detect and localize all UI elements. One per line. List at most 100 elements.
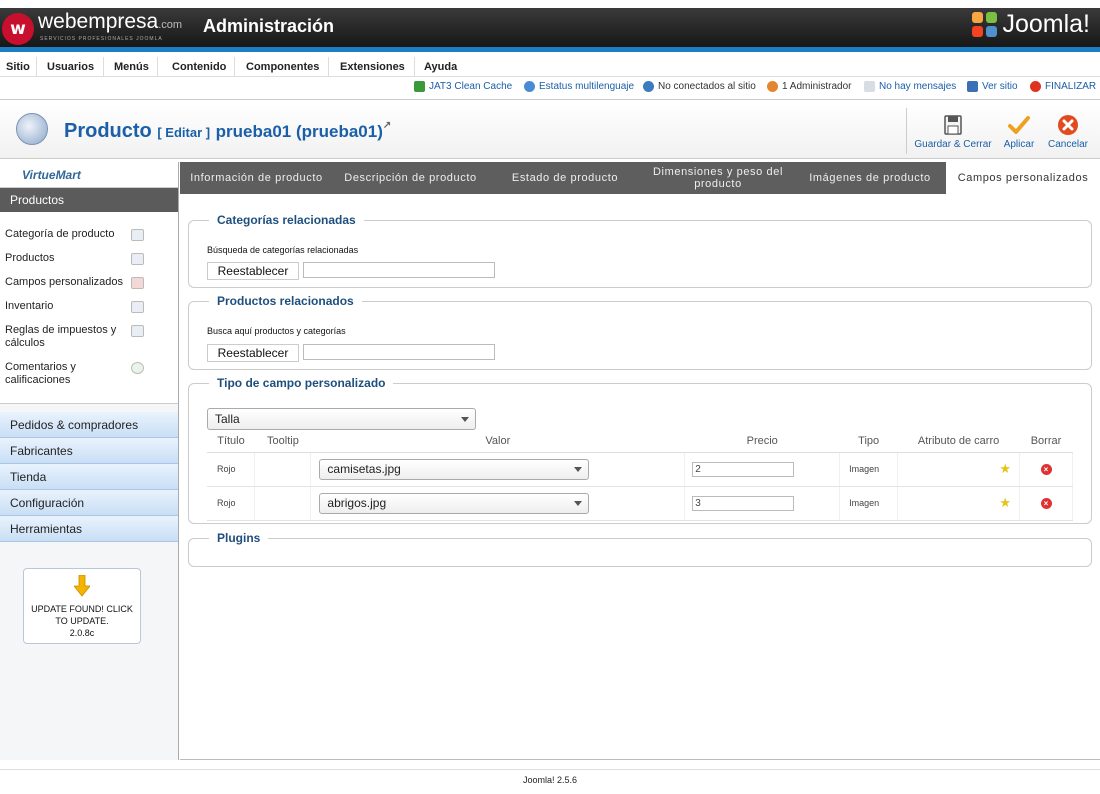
brand-stripe — [0, 47, 1100, 52]
sidebar: VirtueMart Productos Categoría de produc… — [0, 162, 179, 760]
admin-icon — [767, 81, 778, 92]
custom-fields-table: Título Tooltip Valor Precio Tipo Atribut… — [207, 430, 1073, 521]
sidebar-section-configuracion[interactable]: Configuración — [0, 490, 178, 516]
camera-icon — [131, 253, 144, 265]
related-categories-search-input[interactable] — [303, 262, 495, 278]
cancel-button[interactable]: Cancelar — [1046, 114, 1090, 150]
tab-imagenes[interactable]: Imágenes de producto — [794, 162, 946, 194]
menu-componentes[interactable]: Componentes — [237, 57, 330, 77]
chevron-down-icon — [574, 467, 583, 472]
custom-field-type-legend: Tipo de campo personalizado — [217, 376, 386, 390]
footer-version: Joomla! 2.5.6 — [522, 775, 578, 785]
sidebar-product-list: Categoría de producto Productos Campos p… — [0, 212, 178, 404]
menu-sitio[interactable]: Sitio — [0, 57, 37, 77]
main-menu: Sitio Usuarios Menús Contenido Component… — [0, 57, 1100, 77]
row-price-cell: 2 — [684, 452, 841, 487]
col-atributo-carro: Atributo de carro — [897, 430, 1020, 453]
tab-descripcion[interactable]: Descripción de producto — [333, 162, 488, 194]
delete-icon[interactable]: × — [1040, 463, 1052, 475]
reset-categories-button[interactable]: Reestablecer — [207, 262, 299, 280]
tab-campos-personalizados[interactable]: Campos personalizados — [946, 162, 1100, 194]
col-tipo: Tipo — [839, 430, 898, 453]
reset-products-button[interactable]: Reestablecer — [207, 344, 299, 362]
check-icon — [1008, 116, 1030, 134]
joomla-logo: Joomla! — [972, 10, 1090, 39]
view-site-link[interactable]: Ver sitio — [967, 81, 1018, 92]
star-icon[interactable]: ★ — [898, 461, 1019, 477]
row-value-cell: camisetas.jpg — [310, 452, 686, 487]
sidebar-header-productos[interactable]: Productos — [0, 188, 178, 212]
row-value-cell: abrigos.jpg — [310, 486, 686, 521]
status-bar: JAT3 Clean Cache Estatus multilenguaje N… — [0, 78, 1100, 100]
sidebar-section-pedidos[interactable]: Pedidos & compradores — [0, 412, 178, 438]
chevron-down-icon — [574, 501, 583, 506]
multilang-status-link[interactable]: Estatus multilenguaje — [524, 81, 634, 92]
menu-usuarios[interactable]: Usuarios — [38, 57, 105, 77]
related-products-search-input[interactable] — [303, 344, 495, 360]
related-products-legend: Productos relacionados — [217, 294, 354, 308]
globe-icon — [524, 81, 535, 92]
custom-field-type-panel: Tipo de campo personalizado Talla Título… — [188, 376, 1092, 524]
row-title: Rojo — [207, 452, 256, 487]
mail-icon — [864, 81, 875, 92]
table-row: Rojo camisetas.jpg 2 Imagen ★ × — [207, 452, 1073, 487]
sidebar-section-tienda[interactable]: Tienda — [0, 464, 178, 490]
webempresa-logo-icon: w — [2, 13, 34, 45]
row-title: Rojo — [207, 486, 256, 521]
table-row: Rojo abrigos.jpg 3 Imagen ★ × — [207, 486, 1073, 521]
delete-icon[interactable]: × — [1040, 497, 1052, 509]
row-type: Imagen — [839, 452, 899, 487]
row-delete: × — [1019, 486, 1073, 521]
update-notice-button[interactable]: UPDATE FOUND! CLICK TO UPDATE. 2.0.8c — [23, 568, 141, 644]
menu-extensiones[interactable]: Extensiones — [331, 57, 415, 77]
tab-estado[interactable]: Estado de producto — [488, 162, 642, 194]
col-valor: Valor — [310, 430, 685, 453]
price-input[interactable]: 3 — [692, 495, 795, 511]
tab-informacion[interactable]: Información de producto — [180, 162, 333, 194]
virtuemart-logo[interactable]: VirtueMart — [0, 162, 178, 188]
jat3-cache-link[interactable]: JAT3 Clean Cache — [414, 81, 512, 92]
menu-contenido[interactable]: Contenido — [164, 57, 236, 77]
brand-name[interactable]: webempresa.com — [38, 10, 182, 34]
value-select[interactable]: abrigos.jpg — [319, 492, 590, 514]
not-connected-status: No conectados al sitio — [643, 81, 756, 92]
menu-ayuda[interactable]: Ayuda — [416, 57, 465, 77]
joomla-mark-icon — [972, 11, 998, 38]
sidebar-item-productos[interactable]: Productos — [0, 241, 178, 265]
star-icon[interactable]: ★ — [898, 495, 1019, 511]
sidebar-item-reglas[interactable]: Reglas de impuestos y cálculos — [0, 313, 178, 350]
price-input[interactable]: 2 — [692, 461, 795, 477]
footer-divider — [0, 769, 1100, 770]
save-close-button[interactable]: Guardar & Cerrar — [914, 114, 992, 150]
sidebar-item-categoria[interactable]: Categoría de producto — [0, 212, 178, 241]
messages-link[interactable]: No hay mensajes — [864, 81, 956, 92]
col-titulo: Título — [207, 430, 255, 453]
chevron-down-icon — [461, 417, 469, 422]
sidebar-item-comentarios[interactable]: Comentarios y calificaciones — [0, 350, 178, 387]
col-borrar: Borrar — [1019, 430, 1073, 453]
custom-field-type-select[interactable]: Talla — [207, 408, 476, 430]
apply-button[interactable]: Aplicar — [1001, 114, 1037, 150]
col-tooltip: Tooltip — [254, 430, 311, 453]
download-arrow-icon — [74, 575, 90, 597]
product-page-icon — [16, 113, 48, 145]
sidebar-item-inventario[interactable]: Inventario — [0, 289, 178, 313]
sidebar-item-campos[interactable]: Campos personalizados — [0, 265, 178, 289]
product-name-link[interactable]: prueba01 (prueba01) — [216, 122, 383, 141]
cancel-icon — [1058, 115, 1078, 135]
toolbar: Producto [ Editar ] prueba01 (prueba01)↗… — [0, 103, 1100, 159]
row-cart-attribute: ★ — [897, 486, 1020, 521]
external-link-icon[interactable]: ↗ — [383, 120, 391, 131]
value-select[interactable]: camisetas.jpg — [319, 458, 590, 480]
sidebar-section-herramientas[interactable]: Herramientas — [0, 516, 178, 542]
col-precio: Precio — [684, 430, 840, 453]
users-icon — [643, 81, 654, 92]
sidebar-section-fabricantes[interactable]: Fabricantes — [0, 438, 178, 464]
logout-link[interactable]: FINALIZAR — [1030, 81, 1096, 92]
admin-title: Administración — [203, 16, 335, 36]
related-products-panel: Productos relacionados Busca aquí produc… — [188, 294, 1092, 370]
tab-dimensiones[interactable]: Dimensiones y peso del producto — [642, 162, 794, 194]
menu-menus[interactable]: Menús — [106, 57, 158, 77]
row-price-cell: 3 — [684, 486, 841, 521]
cache-icon — [414, 81, 425, 92]
